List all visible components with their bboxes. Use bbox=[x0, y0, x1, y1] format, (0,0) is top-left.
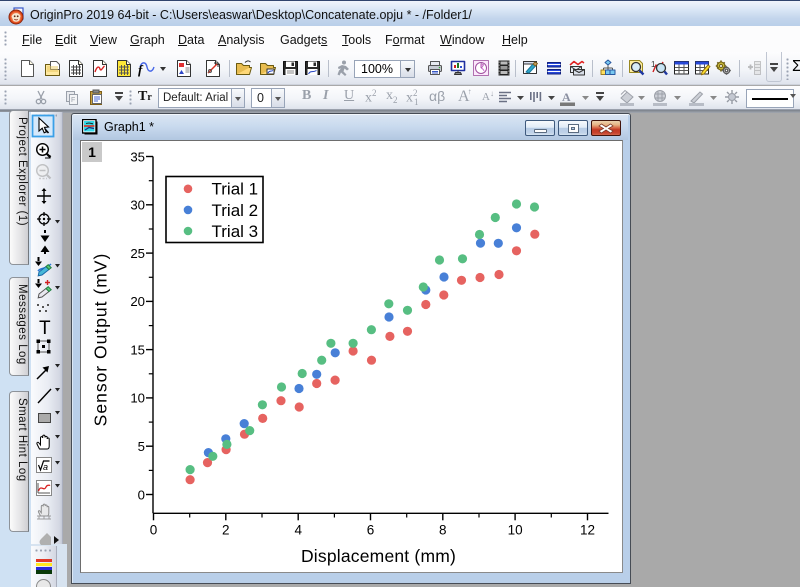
svg-text:2: 2 bbox=[222, 523, 230, 538]
svg-text:1: 1 bbox=[651, 60, 656, 69]
svg-text:30: 30 bbox=[130, 198, 145, 213]
svg-text:Trial 1: Trial 1 bbox=[212, 180, 259, 199]
svg-text:25: 25 bbox=[130, 246, 145, 261]
svg-text:Trial 3: Trial 3 bbox=[212, 222, 259, 241]
svg-text:8: 8 bbox=[439, 523, 447, 538]
svg-text:5: 5 bbox=[138, 439, 145, 454]
svg-text:0: 0 bbox=[138, 487, 145, 502]
svg-text:10: 10 bbox=[508, 523, 523, 538]
svg-text:12: 12 bbox=[580, 523, 595, 538]
svg-text:Displacement (mm): Displacement (mm) bbox=[301, 546, 456, 566]
svg-text:a: a bbox=[43, 462, 48, 472]
svg-text:6: 6 bbox=[367, 523, 375, 538]
svg-text:35: 35 bbox=[130, 149, 145, 164]
svg-text:Trial 2: Trial 2 bbox=[212, 201, 259, 220]
svg-text:T: T bbox=[39, 318, 51, 339]
svg-text:f: f bbox=[138, 62, 144, 77]
svg-text:A: A bbox=[562, 90, 571, 104]
svg-text:20: 20 bbox=[130, 294, 145, 309]
svg-text:10: 10 bbox=[130, 391, 145, 406]
svg-text:Sensor Output (mV): Sensor Output (mV) bbox=[91, 253, 111, 427]
svg-text:15: 15 bbox=[130, 342, 145, 357]
svg-text:4: 4 bbox=[294, 523, 302, 538]
svg-text:F: F bbox=[71, 97, 75, 104]
svg-text:0: 0 bbox=[150, 523, 158, 538]
